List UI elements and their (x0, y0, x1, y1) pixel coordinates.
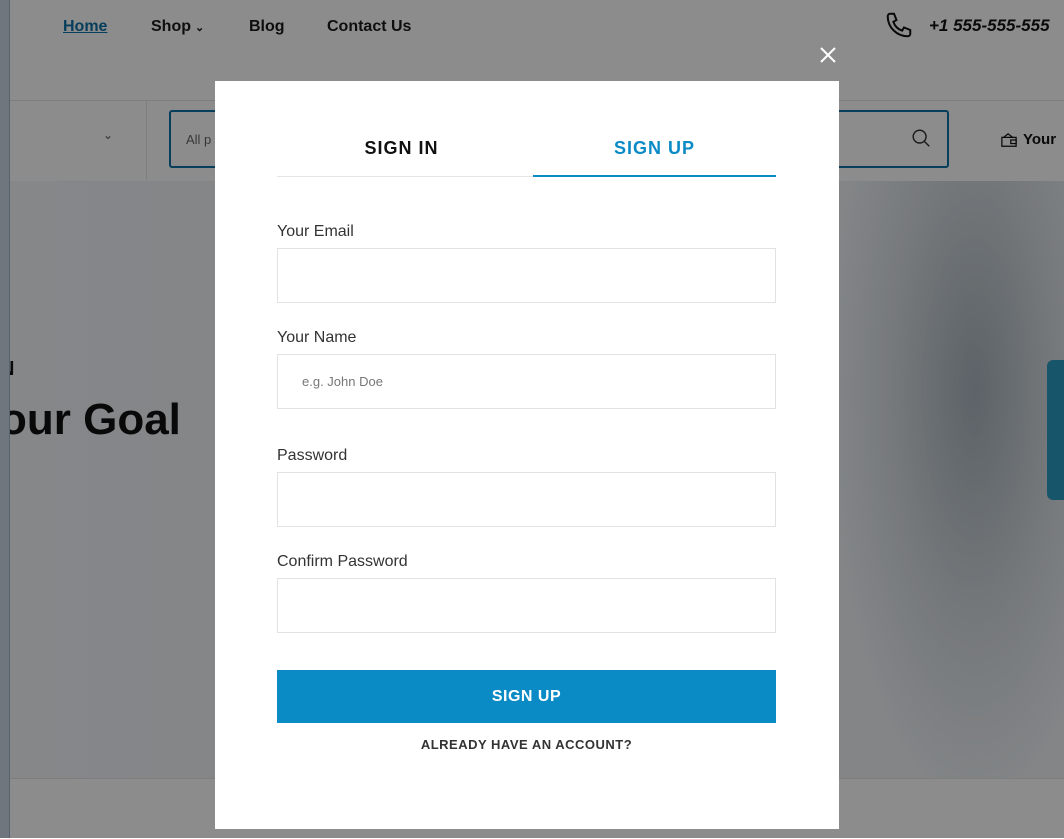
name-label: Your Name (277, 329, 357, 346)
name-field[interactable] (277, 354, 776, 409)
tab-sign-up[interactable]: SIGN UP (533, 121, 776, 177)
close-icon[interactable] (815, 42, 841, 68)
sign-up-button[interactable]: SIGN UP (277, 670, 776, 723)
tab-sign-in[interactable]: SIGN IN (277, 121, 526, 175)
password-field[interactable] (277, 472, 776, 527)
password-label: Password (277, 447, 348, 464)
already-have-account-link[interactable]: ALREADY HAVE AN ACCOUNT? (277, 737, 776, 752)
confirm-password-field[interactable] (277, 578, 776, 633)
confirm-password-label: Confirm Password (277, 553, 408, 570)
email-label: Your Email (277, 223, 354, 240)
email-field[interactable] (277, 248, 776, 303)
auth-tabs: SIGN IN SIGN UP (277, 121, 776, 177)
signup-modal: SIGN IN SIGN UP Your Email Your Name Pas… (215, 81, 839, 829)
